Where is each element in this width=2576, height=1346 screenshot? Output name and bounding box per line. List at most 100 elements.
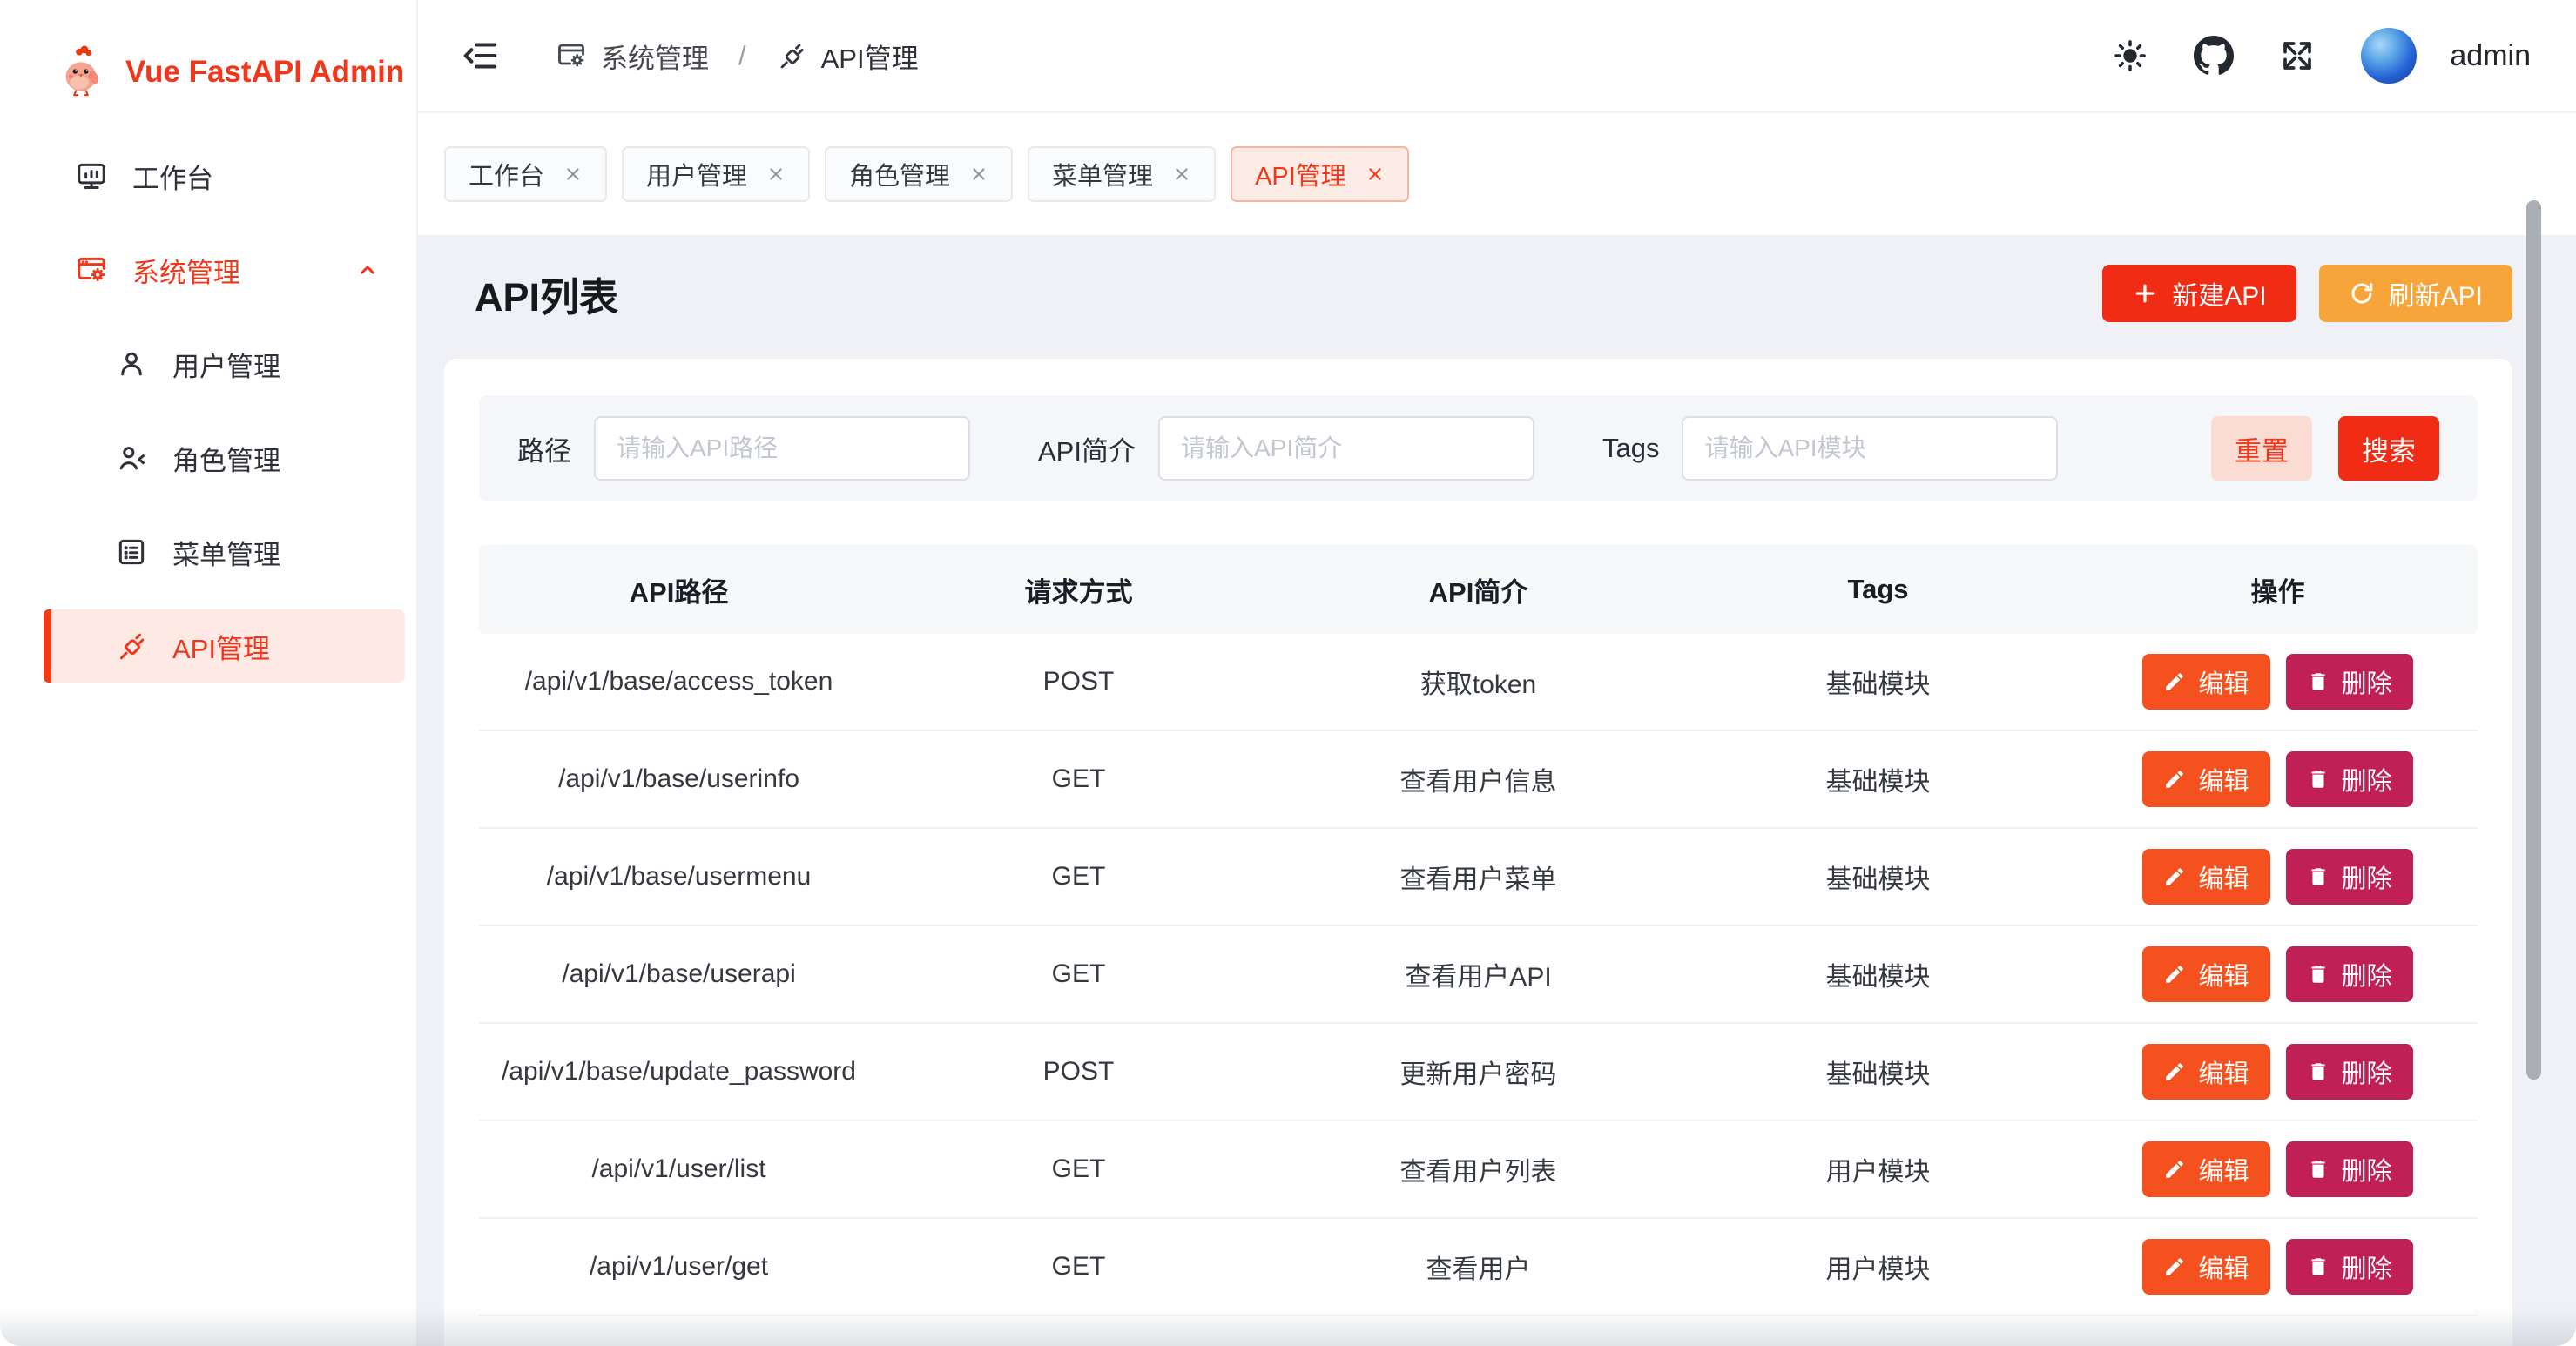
close-icon[interactable]: [1366, 165, 1385, 184]
path-input[interactable]: [594, 416, 970, 481]
username[interactable]: admin: [2450, 39, 2531, 73]
delete-button[interactable]: 删除: [2286, 1044, 2413, 1100]
theme-sun-icon[interactable]: [2112, 37, 2148, 74]
tags-cell: 基础模块: [1678, 760, 2078, 798]
col-header-actions: 操作: [2078, 570, 2478, 609]
delete-button[interactable]: 删除: [2286, 849, 2413, 905]
pencil-icon: [2163, 768, 2186, 791]
button-label: 删除: [2342, 1053, 2392, 1090]
api-path-cell: /api/v1/user/get: [479, 1252, 879, 1282]
method-cell: POST: [879, 1057, 1278, 1087]
sidebar-item-menu-management[interactable]: 菜单管理: [44, 515, 405, 589]
trash-icon: [2307, 865, 2330, 888]
edit-button[interactable]: 编辑: [2142, 1239, 2269, 1295]
tab-user-management[interactable]: 用户管理: [622, 146, 810, 202]
summary-cell: 查看用户信息: [1278, 760, 1678, 798]
breadcrumb-item[interactable]: 系统管理: [601, 37, 709, 76]
tags-cell: 基础模块: [1678, 858, 2078, 896]
summary-cell: 查看用户菜单: [1278, 858, 1678, 896]
tab-api-management[interactable]: API管理: [1231, 146, 1409, 202]
collapse-sidebar-icon[interactable]: [460, 36, 500, 76]
tab-label: API管理: [1255, 156, 1346, 192]
breadcrumb: 系统管理 / API管理: [556, 37, 919, 76]
api-list-card: 路径 API简介 Tags 重置 搜索: [444, 359, 2512, 1346]
table-row: /api/v1/base/userapi GET 查看用户API 基础模块 编辑: [479, 926, 2478, 1024]
tab-role-management[interactable]: 角色管理: [825, 146, 1013, 202]
pencil-icon: [2163, 1060, 2186, 1083]
edit-button[interactable]: 编辑: [2142, 654, 2269, 710]
table-header-row: API路径 请求方式 API简介 Tags 操作: [479, 545, 2478, 634]
close-icon[interactable]: [766, 165, 786, 184]
trash-icon: [2307, 1158, 2330, 1181]
edit-button[interactable]: 编辑: [2142, 751, 2269, 807]
filter-bar: 路径 API简介 Tags 重置 搜索: [479, 395, 2478, 501]
delete-button[interactable]: 删除: [2286, 751, 2413, 807]
close-icon[interactable]: [969, 165, 988, 184]
search-button[interactable]: 搜索: [2338, 416, 2439, 481]
scrollbar-thumb[interactable]: [2526, 200, 2541, 1080]
user-avatar[interactable]: [2361, 28, 2417, 84]
sidebar-item-system-management[interactable]: 系统管理: [44, 233, 405, 306]
top-bar: 系统管理 / API管理: [418, 0, 2576, 113]
edit-button[interactable]: 编辑: [2142, 946, 2269, 1002]
filter-actions: 重置 搜索: [2211, 416, 2439, 481]
trash-icon: [2307, 670, 2330, 693]
tags-input[interactable]: [1682, 416, 2058, 481]
fullscreen-icon[interactable]: [2279, 37, 2316, 74]
api-path-cell: /api/v1/base/usermenu: [479, 862, 879, 892]
actions-cell: 编辑 删除: [2078, 946, 2478, 1002]
pencil-icon: [2163, 1255, 2186, 1278]
sidebar-item-api-management[interactable]: API管理: [44, 609, 405, 683]
button-label: 编辑: [2198, 858, 2249, 895]
breadcrumb-current[interactable]: API管理: [821, 37, 919, 76]
main-area: 系统管理 / API管理: [418, 0, 2576, 1346]
plus-icon: [2132, 280, 2158, 306]
trash-icon: [2307, 963, 2330, 986]
col-header-tags: Tags: [1678, 574, 2078, 605]
delete-button[interactable]: 删除: [2286, 946, 2413, 1002]
delete-button[interactable]: 删除: [2286, 1141, 2413, 1197]
tab-workbench[interactable]: 工作台: [444, 146, 607, 202]
tab-menu-management[interactable]: 菜单管理: [1028, 146, 1216, 202]
pencil-icon: [2163, 670, 2186, 693]
button-label: 删除: [2342, 858, 2392, 895]
table-row: /api/v1/base/userinfo GET 查看用户信息 基础模块 编辑: [479, 731, 2478, 829]
method-cell: GET: [879, 764, 1278, 794]
github-icon[interactable]: [2194, 36, 2234, 76]
summary-input[interactable]: [1158, 416, 1534, 481]
sidebar-item-workbench[interactable]: 工作台: [44, 139, 405, 212]
method-cell: POST: [879, 667, 1278, 697]
trash-icon: [2307, 1060, 2330, 1083]
sidebar-item-role-management[interactable]: 角色管理: [44, 421, 405, 495]
button-label: 编辑: [2198, 1053, 2249, 1090]
edit-button[interactable]: 编辑: [2142, 1044, 2269, 1100]
col-header-method: 请求方式: [879, 570, 1278, 609]
method-cell: GET: [879, 959, 1278, 989]
tab-bar: 工作台 用户管理 角色管理 菜单管理 API管理: [418, 113, 2576, 235]
new-api-button[interactable]: 新建API: [2102, 265, 2296, 322]
sidebar-item-label: 角色管理: [172, 439, 280, 478]
delete-button[interactable]: 删除: [2286, 654, 2413, 710]
api-path-cell: /api/v1/base/userapi: [479, 959, 879, 989]
button-label: 删除: [2342, 956, 2392, 993]
summary-cell: 更新用户密码: [1278, 1053, 1678, 1091]
user-role-icon: [115, 441, 148, 474]
edit-button[interactable]: 编辑: [2142, 1141, 2269, 1197]
col-header-summary: API简介: [1278, 570, 1678, 609]
refresh-api-button[interactable]: 刷新API: [2319, 265, 2512, 322]
button-label: 删除: [2342, 1151, 2392, 1188]
api-path-cell: /api/v1/base/access_token: [479, 667, 879, 697]
actions-cell: 编辑 删除: [2078, 1239, 2478, 1295]
close-icon[interactable]: [1172, 165, 1191, 184]
filter-tags: Tags: [1602, 416, 2058, 481]
tags-cell: 用户模块: [1678, 1248, 2078, 1286]
filter-summary: API简介: [1038, 416, 1534, 481]
api-path-cell: /api/v1/user/list: [479, 1154, 879, 1184]
delete-button[interactable]: 删除: [2286, 1239, 2413, 1295]
summary-cell: 查看用户API: [1278, 955, 1678, 993]
sidebar-item-user-management[interactable]: 用户管理: [44, 327, 405, 400]
close-icon[interactable]: [563, 165, 583, 184]
edit-button[interactable]: 编辑: [2142, 849, 2269, 905]
chevron-up-icon: [354, 257, 381, 283]
reset-button[interactable]: 重置: [2211, 416, 2312, 481]
